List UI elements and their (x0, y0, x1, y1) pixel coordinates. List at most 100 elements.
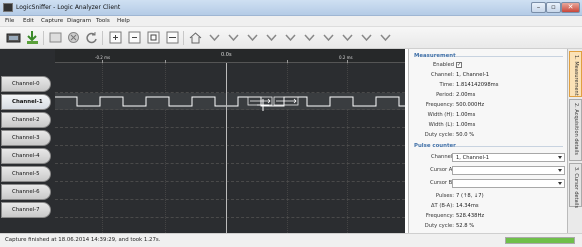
section-divider (455, 56, 563, 57)
measurement-overlay (247, 96, 299, 111)
channel-lane-0[interactable] (55, 76, 405, 93)
menu-edit[interactable]: Edit (23, 18, 34, 24)
menu-capture[interactable]: Capture (41, 18, 63, 24)
goto-cursor-4-icon[interactable] (264, 30, 279, 45)
channel-label-5[interactable]: Channel-5 (1, 166, 51, 182)
measure-period-label: Period: (436, 92, 454, 98)
zoom-default-icon[interactable] (146, 30, 161, 45)
download-icon[interactable] (25, 30, 40, 45)
close-button[interactable]: ✕ (561, 2, 580, 13)
goto-cursor-2-icon[interactable] (226, 30, 241, 45)
channel-label-3[interactable]: Channel-3 (1, 130, 51, 146)
channel-lane-3[interactable] (55, 129, 405, 146)
goto-cursor-9-icon[interactable] (359, 30, 374, 45)
channel-label-4[interactable]: Channel-4 (1, 148, 51, 164)
cursor-b-select[interactable] (452, 179, 565, 188)
goto-cursor-3-icon[interactable] (245, 30, 260, 45)
capture-progress-fill (506, 238, 574, 243)
channel-lane-5[interactable] (55, 165, 405, 182)
refresh-icon[interactable] (84, 30, 99, 45)
goto-cursor-5-icon[interactable] (283, 30, 298, 45)
goto-cursor-8-icon[interactable] (340, 30, 355, 45)
menu-help[interactable]: Help (117, 18, 130, 24)
channel-lane-4[interactable] (55, 147, 405, 164)
pulse-counter-title: Pulse counter (414, 143, 456, 149)
measure-width-low-value: 1.00ms (456, 122, 476, 128)
measure-width-low-label: Width (L): (428, 122, 454, 128)
tab-acquisition-details-label: 2. Acquisition details (573, 103, 579, 155)
measure-width-high-value: 1.00ms (456, 112, 476, 118)
delta-t-value: 14.34ms (456, 203, 479, 209)
capture-progress-bar (505, 237, 575, 244)
channel-label-0[interactable]: Channel-0 (1, 76, 51, 92)
pulse-duty-cycle-value: 52.8 % (456, 223, 475, 229)
measure-time-label: Time: (439, 82, 454, 88)
status-bar: Capture finished at 18.06.2014 14:39:29,… (0, 233, 582, 247)
zoom-in-icon[interactable] (108, 30, 123, 45)
tab-measurement[interactable]: 1. Measurement (569, 51, 582, 97)
abort-icon[interactable] (66, 30, 81, 45)
toolbar-separator (102, 31, 103, 45)
measure-frequency-value: 500.000Hz (456, 102, 485, 108)
channel-label-7[interactable]: Channel-7 (1, 202, 51, 218)
window-title: LogicSniffer - Logic Analyzer Client (16, 4, 121, 11)
channel-lane-6[interactable] (55, 183, 405, 200)
repeat-capture-icon[interactable] (48, 30, 63, 45)
pulses-value: 7 (↑8, ↓7) (456, 193, 484, 199)
measure-width-high-label: Width (H): (427, 112, 454, 118)
pulses-label: Pulses: (435, 193, 454, 199)
tab-cursor-details[interactable]: 3. Cursor details (569, 163, 582, 209)
goto-cursor-10-icon[interactable] (378, 30, 393, 45)
status-text: Capture finished at 18.06.2014 14:39:29,… (5, 237, 161, 243)
timeline-center-label: 0.0s (221, 52, 232, 58)
goto-cursor-6-icon[interactable] (302, 30, 317, 45)
channel-label-6[interactable]: Channel-6 (1, 184, 51, 200)
timeline-right-label: 0.2 ms (339, 55, 353, 60)
tab-acquisition-details[interactable]: 2. Acquisition details (569, 99, 582, 161)
measure-duty-cycle-label: Duty cycle: (424, 132, 454, 138)
channel-lane-2[interactable] (55, 111, 405, 128)
pulse-duty-cycle-label: Duty cycle: (424, 223, 454, 229)
measure-channel-value: 1, Channel-1 (456, 72, 490, 78)
zoom-out-icon[interactable] (127, 30, 142, 45)
menu-diagram[interactable]: Diagram (67, 18, 91, 24)
goto-cursor-1-icon[interactable] (207, 30, 222, 45)
signal-view[interactable]: -0.2 ms 0.0s 0.2 ms Channel-0 Channel-1 … (0, 49, 405, 233)
goto-cursor-7-icon[interactable] (321, 30, 336, 45)
channel-lane-7[interactable] (55, 201, 405, 218)
channel-label-1[interactable]: Channel-1 (1, 94, 51, 110)
tab-measurement-label: 1. Measurement (573, 55, 579, 96)
delta-t-label: ΔT (B-A): (430, 203, 454, 209)
enabled-checkbox[interactable]: ✓ (456, 62, 462, 68)
minimize-button[interactable]: – (531, 2, 546, 13)
measure-duty-cycle-value: 50.0 % (456, 132, 475, 138)
side-tab-strip: 1. Measurement 2. Acquisition details 3.… (567, 49, 582, 233)
enabled-label: Enabled (433, 62, 454, 68)
title-bar: LogicSniffer - Logic Analyzer Client – ▫… (0, 0, 582, 16)
capture-icon[interactable] (6, 30, 21, 45)
chevron-down-icon (558, 169, 562, 172)
chevron-down-icon (558, 156, 562, 159)
measurement-panel: Measurement Enabled ✓ Channel: 1, Channe… (408, 49, 567, 233)
menu-file[interactable]: File (5, 18, 14, 24)
pulse-frequency-label: Frequency: (425, 213, 454, 219)
section-divider (455, 146, 563, 147)
tab-cursor-details-label: 3. Cursor details (573, 167, 579, 209)
cursor-b-label: Cursor B: (429, 180, 454, 186)
menu-tools[interactable]: Tools (96, 18, 110, 24)
pulse-channel-select[interactable]: 1, Channel-1 (452, 153, 565, 162)
chevron-down-icon (558, 182, 562, 185)
pulse-channel-label: Channel: (430, 154, 454, 160)
channel-1-waveform (55, 96, 405, 107)
maximize-button[interactable]: ▫ (546, 2, 561, 13)
trigger-home-icon[interactable] (188, 30, 203, 45)
cursor-a-select[interactable] (452, 166, 565, 175)
measure-period-value: 2.00ms (456, 92, 476, 98)
zoom-fit-icon[interactable] (165, 30, 180, 45)
channel-label-2[interactable]: Channel-2 (1, 112, 51, 128)
pulse-channel-selected: 1, Channel-1 (456, 155, 490, 161)
pulse-frequency-value: 528.438Hz (456, 213, 485, 219)
timeline-ruler[interactable]: -0.2 ms 0.0s 0.2 ms (55, 49, 405, 63)
trigger-marker[interactable] (226, 63, 227, 233)
toolbar-separator (183, 31, 184, 45)
